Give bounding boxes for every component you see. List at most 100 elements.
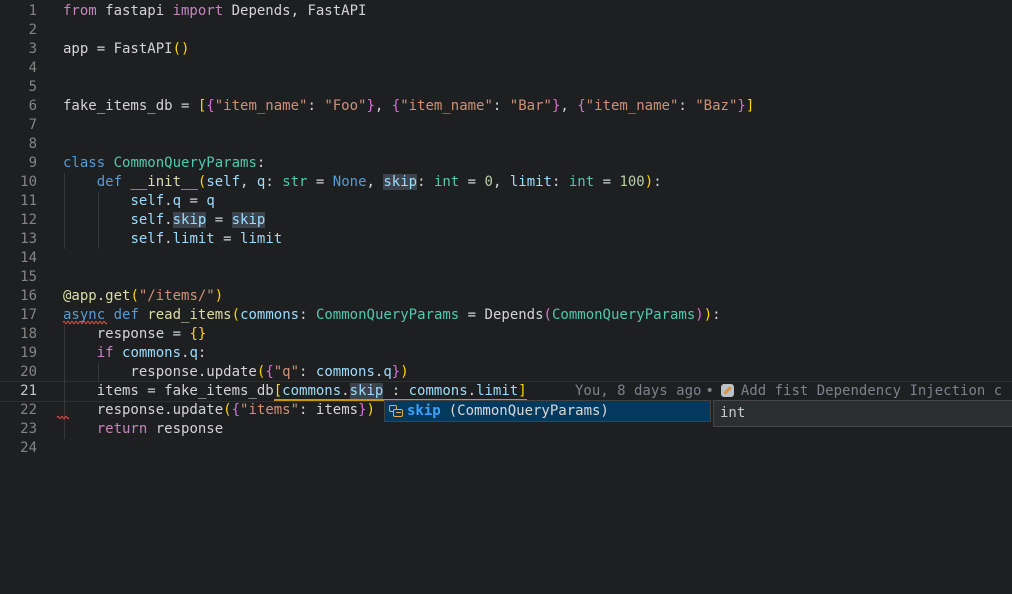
line-number[interactable]: 19: [0, 344, 37, 363]
token: import: [173, 3, 224, 19]
token: }: [392, 364, 400, 380]
code-line[interactable]: 7: [0, 116, 1012, 135]
code-line[interactable]: 6fake_items_db = [{"item_name": "Foo"}, …: [0, 97, 1012, 116]
code-line[interactable]: 12 self.skip = skip: [0, 211, 1012, 230]
token: :: [653, 174, 661, 190]
code-line[interactable]: 18 response = {}: [0, 325, 1012, 344]
code-text: return response: [63, 420, 223, 439]
token: commons: [122, 345, 181, 361]
line-number[interactable]: 17: [0, 306, 37, 325]
token: "item_name": [400, 98, 493, 114]
token: :: [307, 98, 324, 114]
code-text: async def read_items(commons: CommonQuer…: [63, 306, 721, 325]
code-line[interactable]: 15: [0, 268, 1012, 287]
line-number[interactable]: 22: [0, 401, 37, 420]
blame-message: Add fist Dependency Injection c: [741, 383, 1002, 399]
token: :: [198, 345, 206, 361]
token: 100: [619, 174, 644, 190]
code-line[interactable]: 9class CommonQueryParams:: [0, 154, 1012, 173]
token: :: [493, 98, 510, 114]
line-number[interactable]: 3: [0, 40, 37, 59]
line-number[interactable]: 8: [0, 135, 37, 154]
token: [105, 155, 113, 171]
token: {: [577, 98, 585, 114]
code-line[interactable]: 13 self.limit = limit: [0, 230, 1012, 249]
line-number[interactable]: 10: [0, 173, 37, 192]
line-number[interactable]: 4: [0, 59, 37, 78]
token: response: [147, 421, 223, 437]
token: :: [552, 174, 569, 190]
token: [63, 174, 97, 190]
code-text: def __init__(self, q: str = None, skip: …: [63, 173, 662, 192]
line-number[interactable]: 20: [0, 363, 37, 382]
code-line[interactable]: 5: [0, 78, 1012, 97]
error-squiggle: [57, 415, 69, 421]
token: =: [594, 174, 619, 190]
memo-icon: [721, 384, 734, 397]
token: int: [434, 174, 459, 190]
line-number[interactable]: 24: [0, 439, 37, 458]
token: {}: [189, 326, 206, 342]
code-line[interactable]: 19 if commons.q:: [0, 344, 1012, 363]
code-line[interactable]: 14: [0, 249, 1012, 268]
token: ): [400, 364, 408, 380]
line-number[interactable]: 9: [0, 154, 37, 173]
token: .: [164, 212, 172, 228]
line-number[interactable]: 21: [0, 382, 37, 401]
token: :: [257, 155, 265, 171]
token: ,: [240, 174, 257, 190]
line-number[interactable]: 16: [0, 287, 37, 306]
code-line[interactable]: 16@app.get("/items/"): [0, 287, 1012, 306]
code-text: app = FastAPI(): [63, 40, 189, 59]
token: =: [181, 193, 206, 209]
code-text: self.limit = limit: [63, 230, 282, 249]
token: items = fake_items_db: [63, 383, 274, 399]
code-line[interactable]: 8: [0, 135, 1012, 154]
code-editor[interactable]: 1from fastapi import Depends, FastAPI23a…: [0, 0, 1012, 594]
code-text: if commons.q:: [63, 344, 206, 363]
code-line[interactable]: 2: [0, 21, 1012, 40]
line-number[interactable]: 13: [0, 230, 37, 249]
code-line[interactable]: 10 def __init__(self, q: str = None, ski…: [0, 173, 1012, 192]
line-number[interactable]: 12: [0, 211, 37, 230]
token: fake_items_db =: [63, 98, 198, 114]
inline-blame-annotation[interactable]: You, 8 days ago•Add fist Dependency Inje…: [575, 382, 1012, 401]
line-number[interactable]: 14: [0, 249, 37, 268]
code-line[interactable]: 3 app = FastAPI(): [0, 40, 1012, 59]
token: {: [206, 98, 214, 114]
code-text: response.update({"items": items}): [63, 401, 375, 420]
line-number[interactable]: 18: [0, 325, 37, 344]
token: Depends, FastAPI: [223, 3, 366, 19]
code-line[interactable]: 24: [0, 439, 1012, 458]
token: limit: [510, 174, 552, 190]
word-highlight: skip: [350, 383, 384, 399]
line-number[interactable]: 1: [0, 2, 37, 21]
line-number[interactable]: 15: [0, 268, 37, 287]
token: ]: [518, 383, 526, 399]
line-number[interactable]: 5: [0, 78, 37, 97]
token: "/items/": [139, 288, 215, 304]
code-line[interactable]: 17 async def read_items(commons: CommonQu…: [0, 306, 1012, 325]
line-number[interactable]: 6: [0, 97, 37, 116]
token: ,: [560, 98, 577, 114]
token: commons: [240, 307, 299, 323]
code-line[interactable]: 1from fastapi import Depends, FastAPI: [0, 2, 1012, 21]
token: return: [97, 421, 148, 437]
token: q: [189, 345, 197, 361]
token: :: [417, 174, 434, 190]
line-number[interactable]: 11: [0, 192, 37, 211]
code-line[interactable]: 20 response.update({"q": commons.q}): [0, 363, 1012, 382]
line-number[interactable]: 23: [0, 420, 37, 439]
code-text: response = {}: [63, 325, 206, 344]
token: Depends: [485, 307, 544, 323]
code-line[interactable]: 11 self.q = q: [0, 192, 1012, 211]
token: q: [173, 193, 181, 209]
token: q: [383, 364, 391, 380]
line-number[interactable]: 2: [0, 21, 37, 40]
code-line[interactable]: 4: [0, 59, 1012, 78]
suggest-detail-pane: int: [713, 400, 1012, 427]
token: __init__: [130, 174, 197, 190]
token: .: [341, 383, 349, 399]
line-number[interactable]: 7: [0, 116, 37, 135]
suggestion-item-skip[interactable]: skip (CommonQueryParams): [385, 401, 710, 421]
